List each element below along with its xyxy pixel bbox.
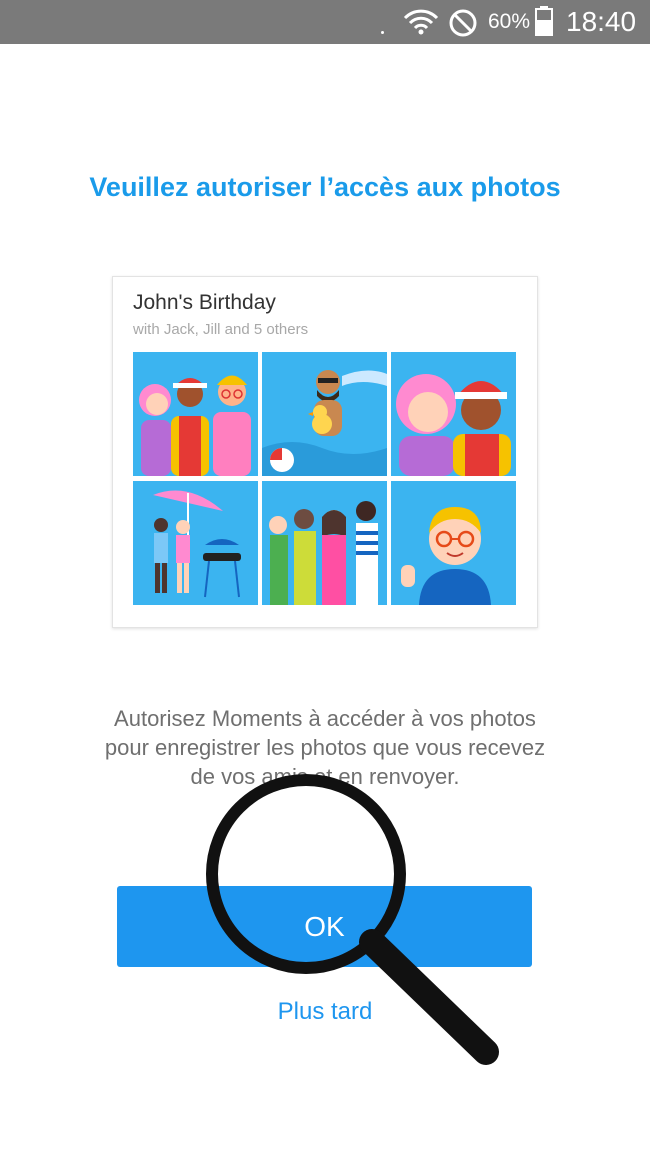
battery-icon <box>535 6 553 36</box>
bbq-umbrella-photo <box>133 481 258 605</box>
party-group-photo <box>133 352 258 476</box>
page-title: Veuillez autoriser l’accès aux photos <box>89 172 561 202</box>
do-not-disturb-icon <box>449 9 477 37</box>
pool-float-photo <box>262 352 387 476</box>
album-title: John's Birthday <box>133 291 276 314</box>
wifi-icon <box>403 9 439 35</box>
album-subtitle: with Jack, Jill and 5 others <box>133 321 309 338</box>
notification-dot <box>381 31 384 34</box>
later-link[interactable]: Plus tard <box>0 998 650 1026</box>
status-bar: 60% 18:40 <box>0 0 650 44</box>
album-card: John's Birthday with Jack, Jill and 5 ot… <box>112 276 538 628</box>
permission-description: Autorisez Moments à accéder à vos photos… <box>104 706 546 789</box>
clock: 18:40 <box>566 6 637 37</box>
ok-button[interactable]: OK <box>117 886 532 967</box>
friends-group-photo <box>262 481 387 605</box>
battery-percent: 60% <box>488 10 531 33</box>
photo-grid <box>133 352 517 606</box>
couple-closeup-photo <box>391 352 516 476</box>
portrait-glasses-photo <box>391 481 516 605</box>
